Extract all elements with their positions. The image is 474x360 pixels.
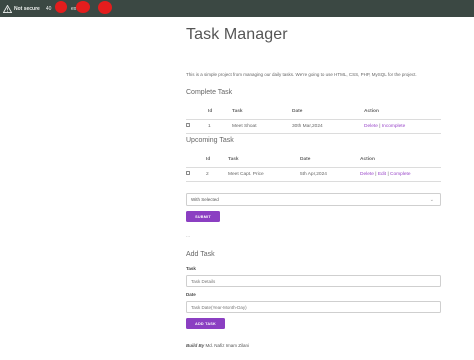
column-header-action: Action [360,157,375,163]
footer-author: Md. Nafiz Imam Zilani [205,343,250,348]
table-row: 1 Meet Shoat 30th Mar,2024 Delete | Inco… [186,118,441,134]
address-fragment-1: 40 [45,5,52,12]
redaction-mark [75,0,90,13]
column-header-id: Id [206,157,211,163]
complete-task-table: Id Task Date Action 1 Meet Shoat 30th Ma… [186,105,441,134]
page-title: Task Manager [186,26,288,43]
not-secure-label[interactable]: Not secure [14,6,40,12]
action-separator: | [387,171,389,177]
add-task-heading: Add Task [186,251,215,258]
task-actions: Delete | Edit | Complete [360,166,441,182]
upcoming-task-table: Id Task Date Action 2 Meet Capt. Price 5… [186,153,441,182]
column-header-id: Id [208,109,213,115]
bulk-action-select[interactable]: With Selected ⌄ [186,193,441,206]
task-details-input[interactable]: Task Details [186,275,441,287]
task-date: 30th Mar,2024 [292,118,364,134]
column-header-task: Task [228,157,239,163]
task-actions: Delete | Incomplete [364,118,441,134]
footer-prefix: Build By [186,343,205,348]
complete-task-heading: Complete Task [186,89,233,96]
row-checkbox[interactable] [186,171,190,175]
action-separator: | [375,171,377,177]
section-ellipsis: ... [186,233,191,239]
column-header-action: Action [364,109,379,115]
page-intro: This is a simple project from managing o… [186,72,417,77]
task-name: Meet Capt. Price [228,166,300,182]
section-ellipsis: ... [186,121,191,127]
task-id: 1 [208,118,232,134]
footer-credit: Build By Md. Nafiz Imam Zilani [186,343,249,348]
task-field-label: Task [186,266,196,271]
redaction-mark [54,0,67,13]
action-separator: | [379,123,381,129]
table-row: 2 Meet Capt. Price 5th Apr,2024 Delete |… [186,166,441,182]
table-header-row: Id Task Date Action [186,105,441,119]
chevron-down-icon: ⌄ [429,197,434,203]
edit-link[interactable]: Edit [378,172,386,177]
redaction-mark [97,0,112,14]
submit-button[interactable]: SUBMIT [186,211,220,222]
date-field-label: Date [186,292,196,297]
delete-link[interactable]: Delete [364,124,378,129]
table-header-row: Id Task Date Action [186,153,441,167]
bulk-action-value: With Selected [191,197,219,202]
task-date: 5th Apr,2024 [300,166,360,182]
add-task-button[interactable]: ADD TASK [186,318,225,329]
task-id: 2 [206,166,228,182]
column-header-date: Date [300,157,311,163]
task-name: Meet Shoat [232,118,292,134]
warning-icon [3,4,12,13]
browser-top-bar: Not secure 40 1 ex [0,0,474,17]
column-header-task: Task [232,109,243,115]
task-date-input[interactable]: Task Date(Year-Month-Day) [186,301,441,313]
delete-link[interactable]: Delete [360,172,374,177]
upcoming-task-heading: Upcoming Task [186,137,234,144]
complete-link[interactable]: Complete [390,172,411,177]
address-bar[interactable]: 40 1 ex [45,0,112,14]
incomplete-link[interactable]: Incomplete [382,124,405,129]
column-header-date: Date [292,109,303,115]
